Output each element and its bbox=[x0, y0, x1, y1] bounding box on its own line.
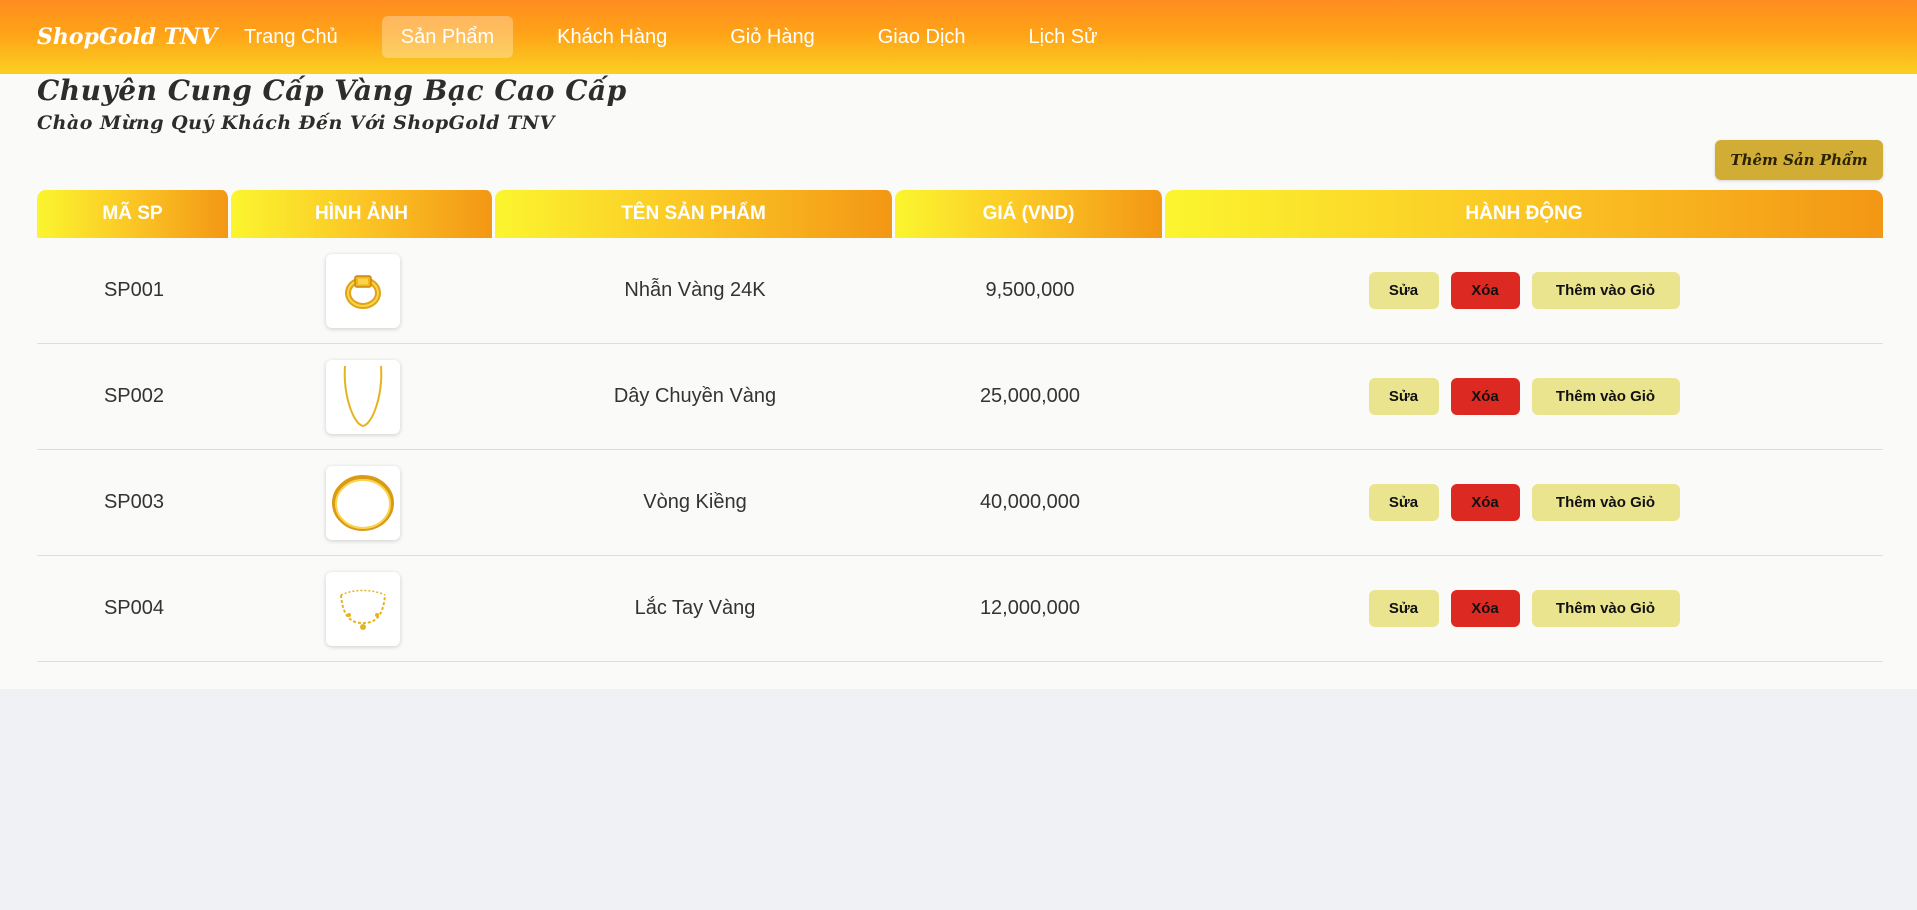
column-header-price: GIÁ (VND) bbox=[895, 190, 1165, 238]
nav-item-history[interactable]: Lịch Sử bbox=[1010, 16, 1117, 58]
column-header-name: TÊN SẢN PHẨM bbox=[495, 190, 895, 238]
product-code: SP002 bbox=[37, 344, 231, 450]
product-actions: Sửa Xóa Thêm vào Giỏ bbox=[1165, 450, 1883, 556]
nav-item-home[interactable]: Trang Chủ bbox=[225, 16, 357, 58]
delete-button[interactable]: Xóa bbox=[1450, 484, 1520, 521]
nav-menu: Trang Chủ Sản Phẩm Khách Hàng Giỏ Hàng G… bbox=[225, 16, 1142, 58]
product-actions: Sửa Xóa Thêm vào Giỏ bbox=[1165, 238, 1883, 344]
product-code: SP004 bbox=[37, 556, 231, 662]
table-header-row: MÃ SP HÌNH ẢNH TÊN SẢN PHẨM GIÁ (VND) HÀ… bbox=[37, 190, 1883, 238]
column-header-code: MÃ SP bbox=[37, 190, 231, 238]
edit-button[interactable]: Sửa bbox=[1368, 590, 1439, 627]
top-navbar: ShopGold TNV Trang Chủ Sản Phẩm Khách Hà… bbox=[0, 0, 1917, 74]
edit-button[interactable]: Sửa bbox=[1368, 484, 1439, 521]
table-row: SP004 Lắc Tay Vàng 12,000,000 Sửa Xóa Th… bbox=[37, 556, 1883, 662]
nav-item-cart[interactable]: Giỏ Hàng bbox=[711, 16, 834, 58]
table-row: SP003 Vòng Kiềng 40,000,000 Sửa Xóa Thêm… bbox=[37, 450, 1883, 556]
product-name: Nhẫn Vàng 24K bbox=[495, 238, 895, 344]
product-name: Dây Chuyền Vàng bbox=[495, 344, 895, 450]
product-image-cell bbox=[231, 238, 495, 344]
product-price: 40,000,000 bbox=[895, 450, 1165, 556]
products-table: MÃ SP HÌNH ẢNH TÊN SẢN PHẨM GIÁ (VND) HÀ… bbox=[37, 190, 1883, 662]
add-product-button[interactable]: Thêm Sản Phẩm bbox=[1715, 140, 1883, 180]
table-row: SP001 Nhẫn Vàng 24K 9,500,000 Sửa Xóa Th… bbox=[37, 238, 1883, 344]
add-to-cart-button[interactable]: Thêm vào Giỏ bbox=[1531, 378, 1680, 415]
add-to-cart-button[interactable]: Thêm vào Giỏ bbox=[1531, 590, 1680, 627]
product-image-cell bbox=[231, 450, 495, 556]
product-name: Lắc Tay Vàng bbox=[495, 556, 895, 662]
table-row: SP002 Dây Chuyền Vàng 25,000,000 Sửa Xóa… bbox=[37, 344, 1883, 450]
add-to-cart-button[interactable]: Thêm vào Giỏ bbox=[1531, 272, 1680, 309]
gold-bangle-icon bbox=[326, 465, 400, 540]
delete-button[interactable]: Xóa bbox=[1450, 378, 1520, 415]
column-header-actions: HÀNH ĐỘNG bbox=[1165, 190, 1883, 238]
add-to-cart-button[interactable]: Thêm vào Giỏ bbox=[1531, 484, 1680, 521]
product-code: SP001 bbox=[37, 238, 231, 344]
gold-ring-icon bbox=[326, 253, 400, 328]
product-price: 9,500,000 bbox=[895, 238, 1165, 344]
nav-item-transactions[interactable]: Giao Dịch bbox=[859, 16, 985, 58]
gold-bracelet-icon bbox=[326, 571, 400, 646]
main-content: Chuyên Cung Cấp Vàng Bạc Cao Cấp Chào Mừ… bbox=[0, 74, 1917, 689]
page-subheadline: Chào Mừng Quý Khách Đến Với ShopGold TNV bbox=[37, 112, 555, 134]
nav-item-customers[interactable]: Khách Hàng bbox=[538, 16, 686, 58]
product-price: 25,000,000 bbox=[895, 344, 1165, 450]
product-name: Vòng Kiềng bbox=[495, 450, 895, 556]
nav-item-products[interactable]: Sản Phẩm bbox=[381, 16, 514, 58]
delete-button[interactable]: Xóa bbox=[1450, 590, 1520, 627]
product-code: SP003 bbox=[37, 450, 231, 556]
gold-necklace-icon bbox=[326, 359, 400, 434]
product-image-cell bbox=[231, 556, 495, 662]
product-price: 12,000,000 bbox=[895, 556, 1165, 662]
brand-logo[interactable]: ShopGold TNV bbox=[37, 24, 217, 50]
edit-button[interactable]: Sửa bbox=[1368, 272, 1439, 309]
edit-button[interactable]: Sửa bbox=[1368, 378, 1439, 415]
column-header-image: HÌNH ẢNH bbox=[231, 190, 495, 238]
page-headline: Chuyên Cung Cấp Vàng Bạc Cao Cấp bbox=[37, 74, 627, 107]
product-actions: Sửa Xóa Thêm vào Giỏ bbox=[1165, 556, 1883, 662]
delete-button[interactable]: Xóa bbox=[1450, 272, 1520, 309]
product-image-cell bbox=[231, 344, 495, 450]
product-actions: Sửa Xóa Thêm vào Giỏ bbox=[1165, 344, 1883, 450]
